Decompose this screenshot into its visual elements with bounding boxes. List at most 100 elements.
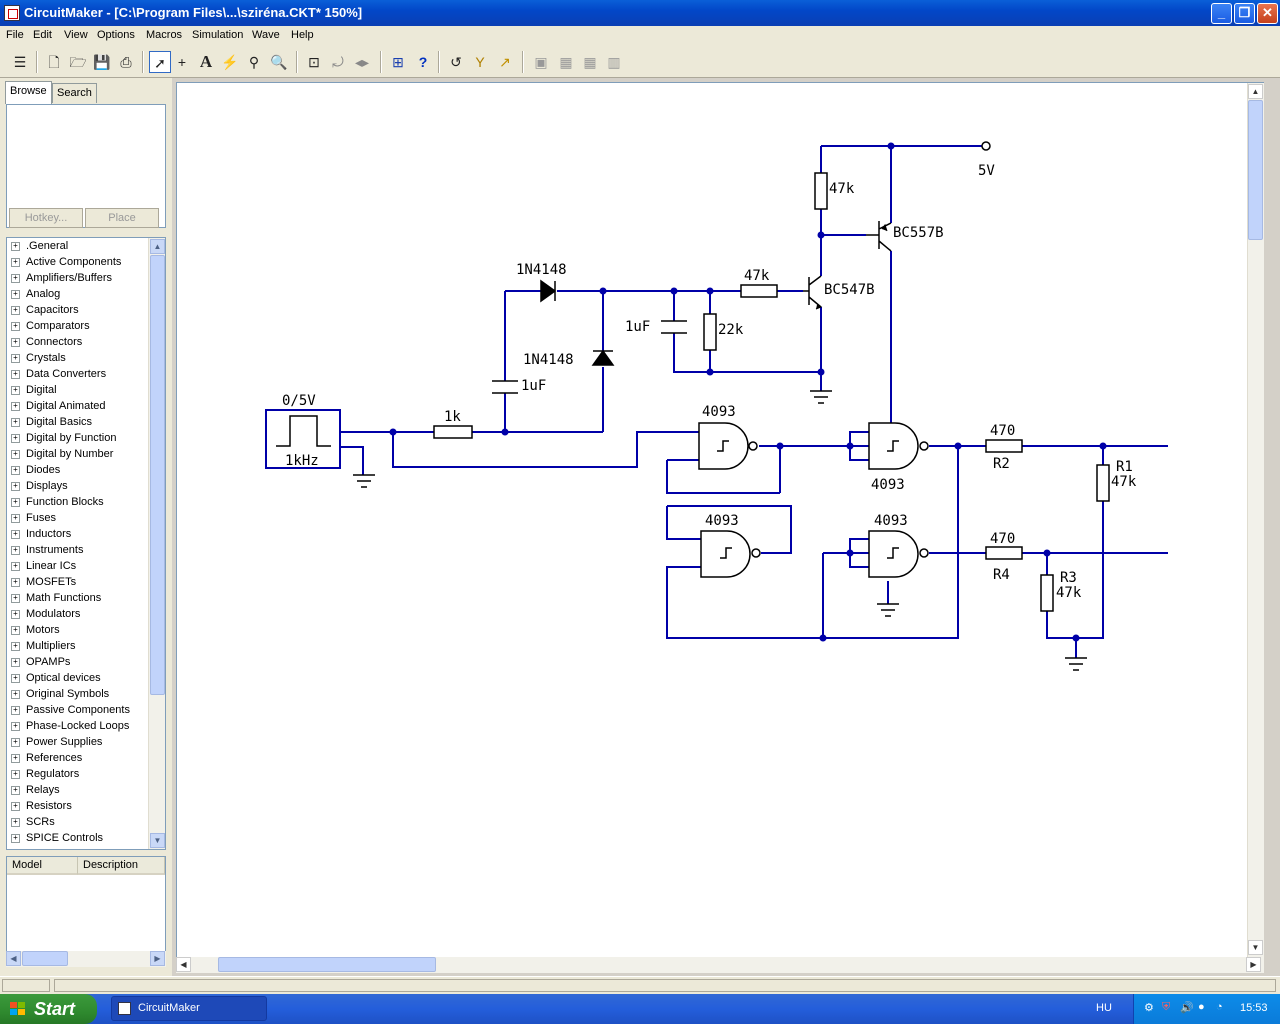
design-toolbox-icon[interactable]: ☰ (9, 51, 31, 73)
scroll-up-icon[interactable]: ▲ (150, 239, 165, 254)
menu-edit[interactable]: Edit (33, 29, 52, 41)
expand-icon[interactable]: + (11, 706, 20, 715)
diode-d2[interactable] (591, 349, 615, 366)
scroll-down-icon[interactable]: ▼ (1248, 940, 1263, 955)
macro-3-icon[interactable]: ▦ (579, 51, 601, 73)
tab-search[interactable]: Search (52, 83, 97, 103)
expand-icon[interactable]: + (11, 818, 20, 827)
tree-scrollbar[interactable]: ▲ ▼ (148, 238, 165, 849)
volume-icon[interactable]: 🔊 (1180, 1001, 1194, 1014)
save-icon[interactable]: 💾 (91, 51, 113, 73)
tree-scroll-thumb[interactable] (150, 255, 165, 695)
expand-icon[interactable]: + (11, 402, 20, 411)
expand-icon[interactable]: + (11, 578, 20, 587)
taskbar-item-circuitmaker[interactable]: CircuitMaker (111, 996, 267, 1021)
menu-simulation[interactable]: Simulation (192, 29, 243, 41)
expand-icon[interactable]: + (11, 306, 20, 315)
close-button[interactable]: ✕ (1257, 3, 1278, 24)
menu-help[interactable]: Help (291, 29, 314, 41)
mirror-icon[interactable]: ◂▸ (351, 51, 373, 73)
hotkey-button[interactable]: Hotkey... (9, 208, 83, 228)
tree-item[interactable]: + Regulators (11, 766, 79, 782)
open-icon[interactable]: 🗁 (67, 51, 89, 73)
tree-item[interactable]: + Function Blocks (11, 494, 104, 510)
tree-item[interactable]: + Displays (11, 478, 68, 494)
schematic-drawing[interactable]: 5V 0/5V 1kHz 1k 1N4148 1N4148 1uF 1uF 47… (177, 83, 1263, 957)
tree-item[interactable]: + Fuses (11, 510, 56, 526)
expand-icon[interactable]: + (11, 738, 20, 747)
minimize-button[interactable]: _ (1211, 3, 1232, 24)
tree-item[interactable]: + References (11, 750, 82, 766)
expand-icon[interactable]: + (11, 642, 20, 651)
expand-icon[interactable]: + (11, 290, 20, 299)
expand-icon[interactable]: + (11, 770, 20, 779)
app-icon[interactable] (4, 5, 20, 21)
new-icon[interactable]: 🗋 (43, 51, 65, 73)
diode-d1[interactable] (540, 279, 557, 303)
tab-browse[interactable]: Browse (5, 81, 52, 104)
expand-icon[interactable]: + (11, 482, 20, 491)
expand-icon[interactable]: + (11, 258, 20, 267)
reset-icon[interactable]: ↺ (445, 51, 467, 73)
tree-item[interactable]: + Power Supplies (11, 734, 102, 750)
menu-file[interactable]: File (6, 29, 24, 41)
expand-icon[interactable]: + (11, 546, 20, 555)
macro-4-icon[interactable]: ▥ (603, 51, 625, 73)
tree-item[interactable]: + Passive Components (11, 702, 130, 718)
text-tool-icon[interactable]: A (195, 51, 217, 73)
tree-item[interactable]: + Optical devices (11, 670, 101, 686)
tree-item[interactable]: + Connectors (11, 334, 82, 350)
macro-1-icon[interactable]: ▣ (530, 51, 552, 73)
expand-icon[interactable]: + (11, 354, 20, 363)
tree-item[interactable]: + Digital by Function (11, 430, 117, 446)
tree-item[interactable]: + Amplifiers/Buffers (11, 270, 112, 286)
tree-item[interactable]: + MOSFETs (11, 574, 76, 590)
expand-icon[interactable]: + (11, 594, 20, 603)
expand-icon[interactable]: + (11, 722, 20, 731)
tree-item[interactable]: + Modulators (11, 606, 80, 622)
rotate-icon[interactable]: ⤾ (327, 51, 349, 73)
tree-item[interactable]: + Math Functions (11, 590, 101, 606)
language-indicator[interactable]: HU (1096, 1002, 1112, 1014)
tree-item[interactable]: + SPICE Controls (11, 830, 103, 846)
scroll-up-icon[interactable]: ▲ (1248, 84, 1263, 99)
canvas-hscroll-thumb[interactable] (218, 957, 436, 972)
monitor-icon[interactable]: ◔ (1216, 1001, 1223, 1013)
tree-item[interactable]: + Inductors (11, 526, 71, 542)
tree-item[interactable]: + Multipliers (11, 638, 76, 654)
antivirus-icon[interactable]: ● (1198, 1001, 1205, 1013)
maximize-button[interactable]: ❐ (1234, 3, 1255, 24)
tree-item[interactable]: + OPAMPs (11, 654, 70, 670)
digital-logic-icon[interactable]: ⊞ (387, 51, 409, 73)
wire-tool-icon[interactable]: + (171, 51, 193, 73)
tree-item[interactable]: + Phase-Locked Loops (11, 718, 129, 734)
expand-icon[interactable]: + (11, 610, 20, 619)
expand-icon[interactable]: + (11, 450, 20, 459)
expand-icon[interactable]: + (11, 466, 20, 475)
network-icon[interactable]: ⚙ (1144, 1001, 1154, 1014)
help-icon[interactable]: ? (412, 51, 434, 73)
expand-icon[interactable]: + (11, 418, 20, 427)
step-icon[interactable]: Y (469, 51, 491, 73)
arrow-tool-icon[interactable]: ➚ (149, 51, 171, 73)
expand-icon[interactable]: + (11, 562, 20, 571)
tree-item[interactable]: + .General (11, 238, 68, 254)
expand-icon[interactable]: + (11, 498, 20, 507)
tree-item[interactable]: + Analog (11, 286, 60, 302)
expand-icon[interactable]: + (11, 786, 20, 795)
scroll-left-icon[interactable]: ◀ (176, 957, 191, 972)
tree-item[interactable]: + Diodes (11, 462, 60, 478)
tree-item[interactable]: + Motors (11, 622, 60, 638)
expand-icon[interactable]: + (11, 386, 20, 395)
scroll-right-icon[interactable]: ▶ (150, 951, 165, 966)
scroll-left-icon[interactable]: ◀ (6, 951, 21, 966)
zoom-tool-icon[interactable]: 🔍 (268, 51, 290, 73)
tree-item[interactable]: + Resistors (11, 798, 72, 814)
tree-item[interactable]: + Active Components (11, 254, 121, 270)
print-icon[interactable]: ⎙ (115, 51, 137, 73)
expand-icon[interactable]: + (11, 690, 20, 699)
model-hscrollbar[interactable]: ◀ ▶ (6, 951, 166, 967)
expand-icon[interactable]: + (11, 754, 20, 763)
expand-icon[interactable]: + (11, 370, 20, 379)
expand-icon[interactable]: + (11, 514, 20, 523)
